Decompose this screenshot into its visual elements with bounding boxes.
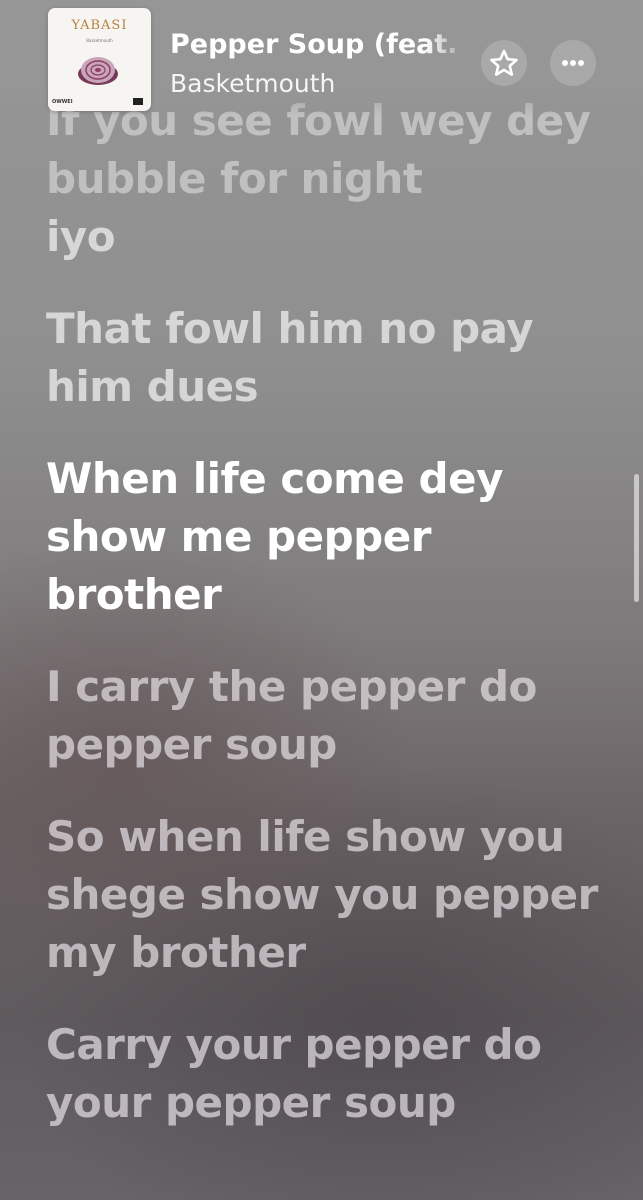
scrollbar[interactable] [634, 474, 639, 602]
explicit-badge [133, 98, 143, 105]
more-options-button[interactable] [550, 40, 596, 86]
lyric-line[interactable]: iyo [46, 208, 606, 266]
lyric-line[interactable]: I carry the pepper do pepper soup [46, 658, 606, 774]
ellipsis-icon [562, 60, 584, 66]
artwork-label: OWWEI [52, 99, 73, 105]
favorite-button[interactable] [481, 40, 527, 86]
artist-name[interactable]: Basketmouth [170, 68, 335, 100]
onion-illustration [78, 57, 118, 85]
now-playing-header: YABASI Basketmouth OWWEI Pepper Soup (fe… [0, 0, 643, 116]
lyric-line-current[interactable]: When life come dey show me pepper brothe… [46, 450, 606, 624]
lyric-line[interactable]: That fowl him no pay him dues [46, 300, 606, 416]
lyrics-container: If you see fowl wey dey bubble for night… [46, 92, 606, 1166]
song-title[interactable]: Pepper Soup (feat. [170, 28, 470, 62]
star-icon [490, 49, 518, 76]
lyric-line[interactable]: Carry your pepper do your pepper soup [46, 1016, 606, 1132]
lyric-line[interactable]: So when life show you shege show you pep… [46, 808, 606, 982]
album-artwork[interactable]: YABASI Basketmouth OWWEI [48, 8, 151, 111]
